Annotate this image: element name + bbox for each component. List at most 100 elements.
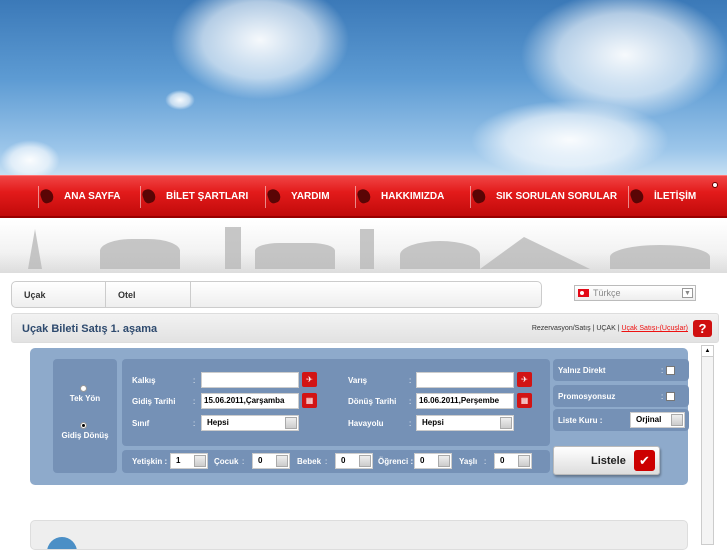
adult-select[interactable]: 1 bbox=[170, 453, 208, 469]
nav-sss[interactable]: SIK SORULAN SORULAR bbox=[470, 176, 617, 217]
nav-bilet-sartlari[interactable]: BİLET ŞARTLARI bbox=[140, 176, 248, 217]
landmarks-strip bbox=[0, 221, 727, 273]
faq-icon bbox=[470, 185, 490, 208]
help-icon bbox=[265, 185, 285, 208]
student-select[interactable]: 0 bbox=[414, 453, 452, 469]
turkey-flag-icon bbox=[578, 289, 589, 297]
depart-label: Gidiş Tarihi bbox=[132, 397, 176, 406]
colon: : bbox=[193, 397, 196, 406]
chevron-down-icon bbox=[194, 455, 206, 467]
scroll-up-icon[interactable]: ▲ bbox=[702, 346, 713, 357]
chevron-down-icon bbox=[671, 414, 683, 426]
breadcrumb-link[interactable]: Uçak Satışı-(Uçuşlar) bbox=[621, 325, 688, 332]
passenger-panel: Yetişkin : 1 Çocuk : 0 Bebek : 0 Öğrenci… bbox=[122, 450, 550, 473]
nav-label: HAKKIMIZDA bbox=[381, 191, 445, 202]
colon: : bbox=[409, 419, 412, 428]
currency-select[interactable]: Orjinal bbox=[630, 412, 685, 428]
adult-label: Yetişkin : bbox=[132, 457, 168, 466]
direct-checkbox[interactable] bbox=[666, 366, 675, 375]
round-trip-label: Gidiş Dönüş bbox=[61, 431, 109, 440]
breadcrumb-text: Rezervasyon/Satış | UÇAK | bbox=[531, 325, 622, 332]
nav-label: SIK SORULAN SORULAR bbox=[496, 191, 618, 202]
promo-label: Promosyonsuz bbox=[558, 392, 616, 401]
chevron-down-icon: ▼ bbox=[682, 288, 693, 298]
nav-yardim[interactable]: YARDIM bbox=[265, 176, 330, 217]
colon: : bbox=[661, 392, 664, 401]
promo-checkbox[interactable] bbox=[666, 392, 675, 401]
round-trip-radio[interactable] bbox=[80, 422, 87, 429]
colon: : bbox=[484, 457, 487, 466]
home-icon bbox=[38, 185, 58, 208]
list-button-label: Listele bbox=[591, 455, 626, 467]
plane-icon[interactable]: ✈ bbox=[517, 372, 532, 387]
airline-select[interactable]: Hepsi bbox=[416, 415, 514, 431]
airline-label: Havayolu bbox=[348, 419, 384, 428]
class-value: Hepsi bbox=[207, 418, 229, 427]
depart-date-input[interactable]: 15.06.2011,Çarşamba bbox=[201, 393, 299, 409]
senior-select[interactable]: 0 bbox=[494, 453, 532, 469]
sky-banner bbox=[0, 0, 727, 176]
colon: : bbox=[325, 457, 328, 466]
senior-value: 0 bbox=[500, 456, 505, 465]
currency-option: Liste Kuru : Orjinal bbox=[553, 409, 689, 431]
infant-select[interactable]: 0 bbox=[335, 453, 373, 469]
calendar-icon[interactable]: ▦ bbox=[302, 393, 317, 408]
airline-value: Hepsi bbox=[422, 418, 444, 427]
ticket-icon bbox=[140, 185, 160, 208]
return-date-input[interactable]: 16.06.2011,Perşembe bbox=[416, 393, 514, 409]
help-button[interactable]: ? bbox=[693, 320, 712, 337]
to-input[interactable] bbox=[416, 372, 514, 388]
class-select[interactable]: Hepsi bbox=[201, 415, 299, 431]
colon: : bbox=[242, 457, 245, 466]
infant-label: Bebek bbox=[297, 457, 322, 466]
trip-type-panel: Tek Yön Gidiş Dönüş bbox=[53, 359, 117, 473]
dot-icon bbox=[712, 182, 718, 188]
chevron-down-icon bbox=[438, 455, 450, 467]
to-label: Varış bbox=[348, 376, 368, 385]
nav-iletisim[interactable]: İLETİŞİM bbox=[628, 176, 696, 217]
page-title-bar: Uçak Bileti Satış 1. aşama Rezervasyon/S… bbox=[11, 313, 719, 343]
adult-value: 1 bbox=[176, 456, 181, 465]
direct-option: Yalnız Direkt : bbox=[553, 359, 689, 381]
nav-label: BİLET ŞARTLARI bbox=[166, 191, 249, 202]
promo-option: Promosyonsuz : bbox=[553, 385, 689, 407]
nav-label: İLETİŞİM bbox=[654, 191, 697, 202]
from-input[interactable] bbox=[201, 372, 299, 388]
one-way-radio[interactable] bbox=[80, 385, 87, 392]
chevron-down-icon bbox=[276, 455, 288, 467]
chevron-down-icon bbox=[500, 417, 512, 429]
colon: : bbox=[409, 376, 412, 385]
nav-ana-sayfa[interactable]: ANA SAYFA bbox=[38, 176, 121, 217]
child-value: 0 bbox=[258, 456, 263, 465]
results-panel bbox=[30, 520, 688, 550]
return-label: Dönüş Tarihi bbox=[348, 397, 397, 406]
colon: : bbox=[409, 397, 412, 406]
page-title: Uçak Bileti Satış 1. aşama bbox=[22, 323, 158, 335]
child-label: Çocuk bbox=[214, 457, 239, 466]
tab-otel[interactable]: Otel bbox=[106, 282, 191, 307]
one-way-label: Tek Yön bbox=[69, 394, 101, 403]
currency-value: Orjinal bbox=[636, 415, 662, 424]
list-flights-button[interactable]: Listele ✔ bbox=[553, 446, 660, 475]
tab-ucak[interactable]: Uçak bbox=[12, 282, 106, 307]
from-label: Kalkış bbox=[132, 376, 156, 385]
scrollbar[interactable]: ▲ bbox=[701, 345, 714, 545]
student-value: 0 bbox=[420, 456, 425, 465]
currency-label: Liste Kuru : bbox=[558, 416, 603, 425]
colon: : bbox=[661, 366, 664, 375]
chevron-down-icon bbox=[285, 417, 297, 429]
chevron-down-icon bbox=[359, 455, 371, 467]
language-value: Türkçe bbox=[593, 288, 621, 298]
nav-hakkimizda[interactable]: HAKKIMIZDA bbox=[355, 176, 444, 217]
nav-label: YARDIM bbox=[291, 191, 330, 202]
calendar-icon[interactable]: ▦ bbox=[517, 393, 532, 408]
plane-icon[interactable]: ✈ bbox=[302, 372, 317, 387]
infant-value: 0 bbox=[341, 456, 346, 465]
senior-label: Yaşlı bbox=[459, 457, 478, 466]
main-nav: ANA SAYFA BİLET ŞARTLARI YARDIM HAKKIMIZ… bbox=[0, 175, 727, 218]
service-tabs: Uçak Otel bbox=[11, 281, 542, 308]
language-select[interactable]: Türkçe ▼ bbox=[574, 285, 696, 301]
child-select[interactable]: 0 bbox=[252, 453, 290, 469]
about-icon bbox=[355, 185, 375, 208]
nav-label: ANA SAYFA bbox=[64, 191, 121, 202]
